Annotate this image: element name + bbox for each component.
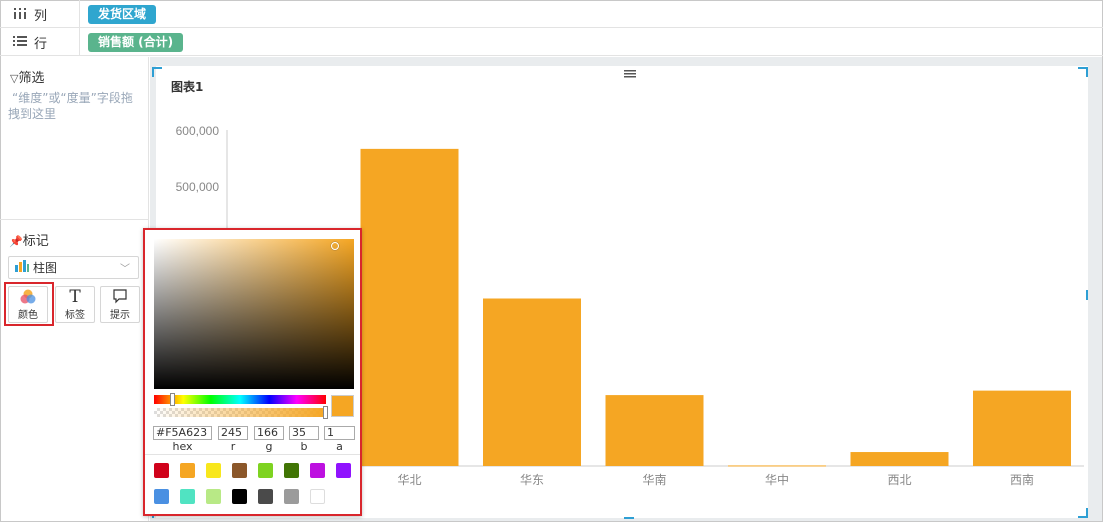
color-swatch[interactable] (310, 489, 325, 504)
a-label: a (336, 440, 343, 453)
color-swatch[interactable] (258, 489, 273, 504)
color-swatch[interactable] (154, 489, 169, 504)
bar[interactable] (850, 452, 949, 466)
resize-handle-tl-v[interactable] (152, 67, 154, 77)
color-swatch[interactable] (180, 489, 195, 504)
filter-drop-zone[interactable]: “维度”或“度量”字段拖拽到这里 (8, 90, 140, 122)
color-swatch[interactable] (284, 489, 299, 504)
r-label: r (230, 440, 236, 453)
color-swatch[interactable] (180, 463, 195, 478)
hue-slider[interactable] (154, 393, 326, 406)
hex-label: hex (172, 440, 193, 453)
picker-divider (145, 454, 360, 455)
chart-type-value: 柱图 (33, 261, 58, 275)
hex-input[interactable]: #F5A623 (153, 426, 212, 440)
color-swatch[interactable] (284, 463, 299, 478)
bar[interactable] (728, 465, 826, 467)
g-input[interactable]: 166 (254, 426, 284, 440)
columns-label: 列 (34, 8, 48, 24)
rows-shelf-label: 行 (0, 28, 80, 56)
label-button[interactable]: T 标签 (55, 286, 95, 323)
sv-cursor[interactable] (331, 242, 339, 250)
color-picker-popup: #F5A623 245 166 35 1 hex r g b a (143, 228, 362, 516)
bar[interactable] (483, 298, 581, 467)
chart-type-select[interactable]: 柱图 ﹀ (8, 256, 139, 279)
resize-handle-tr-v[interactable] (1086, 67, 1088, 77)
y-tick-label: 500,000 (176, 180, 220, 194)
a-input[interactable]: 1 (324, 426, 355, 440)
filter-title-text: 筛选 (18, 71, 45, 86)
hue-slider-knob[interactable] (170, 393, 175, 406)
color-swatch[interactable] (310, 463, 325, 478)
bar-chart-icon (15, 260, 29, 275)
x-tick-label: 华东 (520, 473, 544, 487)
rows-shelf: 行 销售额 (合计) (0, 28, 1103, 56)
x-tick-label: 华南 (642, 472, 666, 487)
b-input[interactable]: 35 (289, 426, 319, 440)
color-swatch[interactable] (206, 463, 221, 478)
marks-section: 📌标记 柱图 ﹀ 颜色 T 标签 提示 (0, 219, 149, 521)
x-tick-label: 西北 (887, 473, 911, 487)
resize-handle-bottom[interactable] (624, 517, 634, 519)
x-tick-label: 华北 (397, 473, 421, 487)
columns-shelf-label: 列 (0, 0, 80, 28)
tooltip-icon (112, 288, 128, 306)
tooltip-button[interactable]: 提示 (100, 286, 140, 323)
rows-icon (12, 35, 28, 50)
marks-section-title: 📌标记 (9, 230, 49, 249)
pin-icon: 📌 (9, 235, 23, 248)
color-swatch[interactable] (232, 489, 247, 504)
columns-icon (12, 7, 28, 22)
x-tick-label: 华中 (765, 472, 789, 487)
drag-handle-icon[interactable] (624, 67, 636, 78)
b-label: b (300, 440, 308, 453)
alpha-slider-knob[interactable] (323, 406, 328, 419)
color-swatch[interactable] (154, 463, 169, 478)
row-field-pill[interactable]: 销售额 (合计) (88, 33, 184, 52)
color-swatch[interactable] (232, 463, 247, 478)
color-preview (331, 395, 354, 417)
bar[interactable] (605, 395, 704, 466)
columns-shelf: 列 发货区域 (0, 0, 1103, 28)
marks-title-text: 标记 (22, 234, 49, 249)
filter-section-title: ▽筛选 (10, 67, 44, 86)
chevron-down-icon: ﹀ (120, 264, 130, 275)
r-input[interactable]: 245 (218, 426, 248, 440)
tooltip-button-label: 提示 (110, 310, 130, 321)
color-button-highlight (4, 282, 54, 326)
x-tick-label: 西南 (1010, 472, 1034, 487)
color-swatch[interactable] (336, 463, 351, 478)
color-swatch[interactable] (206, 489, 221, 504)
g-label: g (265, 440, 273, 453)
bar[interactable] (973, 390, 1071, 466)
color-swatch[interactable] (258, 463, 273, 478)
saturation-value-area[interactable] (154, 239, 354, 389)
bar[interactable] (360, 148, 459, 466)
column-field-pill[interactable]: 发货区域 (88, 5, 157, 24)
rows-label: 行 (34, 36, 48, 52)
label-button-label: 标签 (65, 310, 85, 321)
y-tick-label: 600,000 (176, 124, 220, 138)
resize-handle-br-v[interactable] (1086, 508, 1088, 518)
label-icon: T (69, 287, 81, 307)
alpha-slider[interactable] (154, 406, 328, 419)
